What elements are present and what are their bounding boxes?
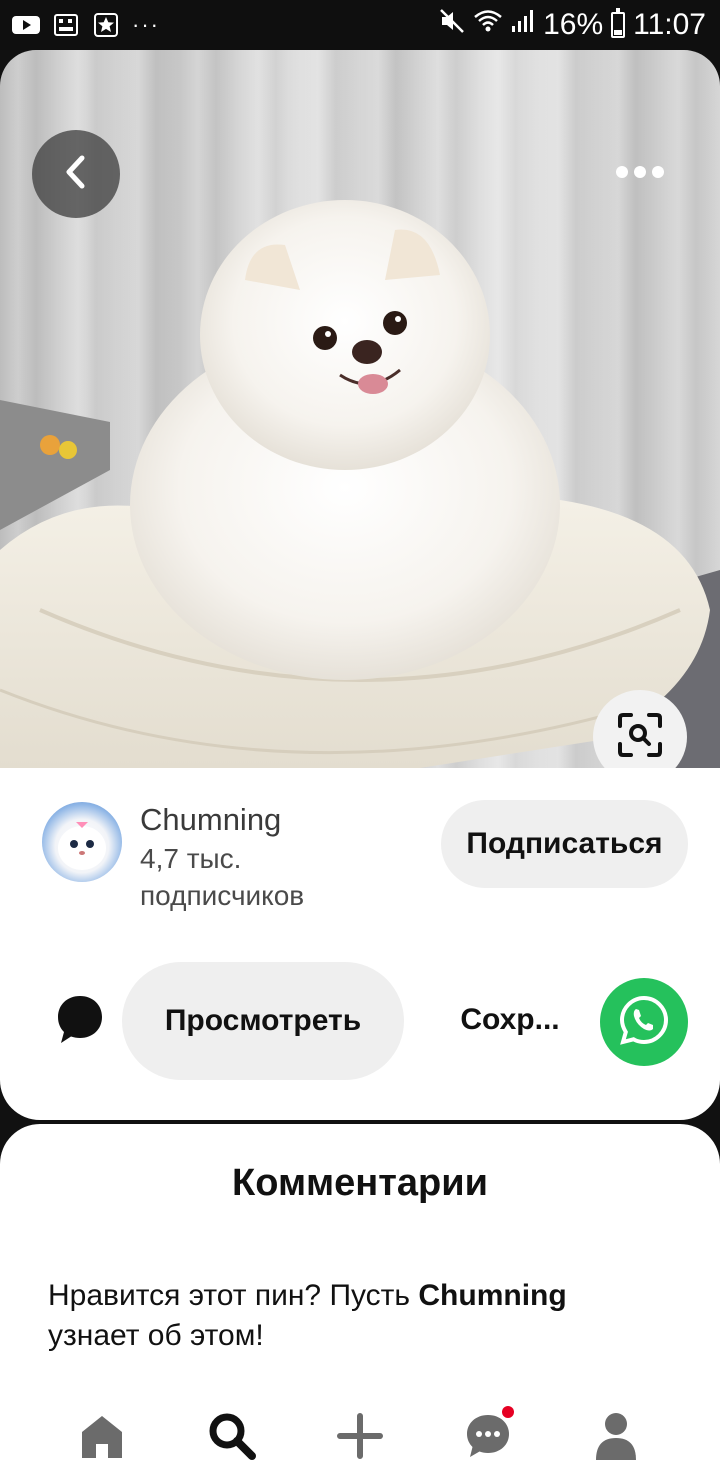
chevron-left-icon xyxy=(61,154,91,195)
nav-search[interactable] xyxy=(200,1406,264,1470)
pin-image[interactable] xyxy=(0,50,720,768)
status-bar-system: 16% 11:07 xyxy=(439,8,706,42)
whatsapp-share-button[interactable] xyxy=(600,978,688,1066)
view-button[interactable]: Просмотреть xyxy=(122,962,404,1080)
nav-create[interactable] xyxy=(328,1406,392,1470)
comment-icon[interactable] xyxy=(56,994,104,1046)
nav-home[interactable] xyxy=(70,1406,134,1470)
search-icon xyxy=(206,1410,258,1467)
bottom-nav xyxy=(0,1398,720,1480)
battery-icon xyxy=(611,8,626,38)
save-button[interactable]: Сохр... xyxy=(440,994,580,1046)
avatar[interactable] xyxy=(42,802,122,882)
comment-prompt: Нравится этот пин? Пусть Chumning узнает… xyxy=(48,1276,648,1356)
more-options-button[interactable] xyxy=(602,154,678,194)
follow-button[interactable]: Подписаться xyxy=(441,800,688,888)
create-icon xyxy=(336,1412,384,1465)
pin-details-card: Chumning 4,7 тыс. подписчиков Подписатьс… xyxy=(0,768,720,1120)
profile-icon xyxy=(592,1410,640,1467)
comment-prompt-text: Нравится этот пин? Пусть xyxy=(48,1279,419,1312)
status-overflow: ··· xyxy=(132,12,160,37)
nav-messages[interactable] xyxy=(456,1406,520,1470)
comments-title: Комментарии xyxy=(232,1162,488,1204)
battery-percent: 16% xyxy=(543,8,604,41)
comment-prompt-text-end: узнает об этом! xyxy=(48,1319,264,1352)
messages-icon xyxy=(464,1412,512,1465)
status-bar: ··· 16% 11:07 xyxy=(0,0,720,50)
follower-count: 4,7 тыс. подписчиков xyxy=(140,843,305,911)
more-dots-icon xyxy=(615,165,665,184)
youtube-icon xyxy=(12,13,40,37)
clock: 11:07 xyxy=(633,8,706,41)
wifi-icon xyxy=(473,8,503,42)
star-icon xyxy=(92,13,120,37)
back-button[interactable] xyxy=(32,130,120,218)
gallery-icon xyxy=(52,13,80,37)
mute-icon xyxy=(439,8,465,42)
visual-search-icon xyxy=(617,712,663,763)
signal-icon xyxy=(511,8,535,42)
comments-sheet: Комментарии Нравится этот пин? Пусть Chu… xyxy=(0,1124,720,1480)
comment-prompt-author[interactable]: Chumning xyxy=(418,1279,566,1312)
nav-profile[interactable] xyxy=(584,1406,648,1470)
author-name[interactable]: Chumning xyxy=(140,802,281,838)
whatsapp-icon xyxy=(618,994,670,1051)
home-icon xyxy=(78,1412,126,1465)
notification-badge xyxy=(502,1406,514,1418)
status-bar-notifications: ··· xyxy=(12,11,160,39)
